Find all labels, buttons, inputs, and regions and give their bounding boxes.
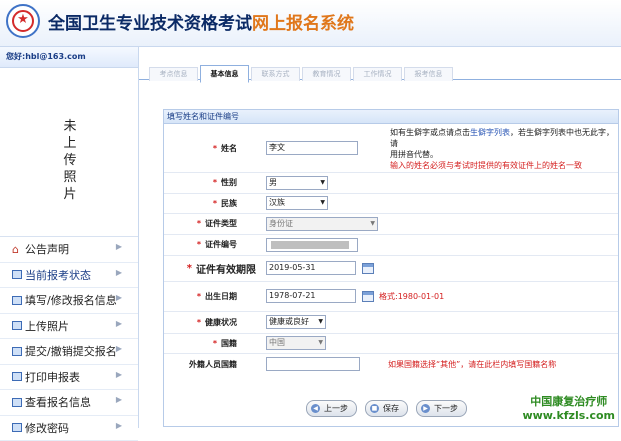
arrow-right-icon: ▶ bbox=[116, 268, 122, 277]
row-gender: *性别 男▼ bbox=[164, 172, 618, 194]
logo-icon: ★ bbox=[6, 4, 40, 38]
id-type-select[interactable]: 身份证▼ bbox=[266, 217, 378, 231]
sidebar-item-print[interactable]: 打印申报表 ▶ bbox=[0, 365, 138, 391]
edit-icon bbox=[12, 296, 22, 305]
submit-icon bbox=[12, 347, 22, 356]
ethnic-label: 民族 bbox=[221, 198, 237, 209]
gender-label: 性别 bbox=[221, 177, 237, 188]
birth-date-input[interactable]: 1978-07-21 bbox=[266, 289, 356, 303]
id-type-label: 证件类型 bbox=[205, 218, 237, 229]
sidebar-item-edit-info[interactable]: 填写/修改报名信息 ▶ bbox=[0, 288, 138, 314]
arrow-right-icon: ▶ bbox=[116, 319, 122, 328]
tab-education[interactable]: 教育情况 bbox=[302, 67, 351, 81]
foreign-nationality-label: 外籍人员国籍 bbox=[189, 359, 237, 370]
expiry-label: 证件有效期限 bbox=[196, 261, 256, 276]
save-button[interactable]: ■保存 bbox=[365, 400, 408, 417]
row-expiry: *证件有效期限 2019-05-31 bbox=[164, 255, 618, 282]
sidebar-item-password[interactable]: 修改密码 ▶ bbox=[0, 416, 138, 441]
arrow-right-icon: ▶ bbox=[116, 293, 122, 302]
chevron-down-icon: ▼ bbox=[370, 218, 375, 230]
ethnic-select[interactable]: 汉族▼ bbox=[266, 196, 328, 210]
row-health: *健康状况 健康或良好▼ bbox=[164, 311, 618, 334]
tab-exam-site[interactable]: 考点信息 bbox=[149, 67, 198, 81]
tab-basic-info[interactable]: 基本信息 bbox=[200, 65, 249, 83]
row-foreign-nationality: 外籍人员国籍 如果国籍选择“其他”，请在此栏内填写国籍名称 bbox=[164, 353, 618, 375]
sidebar-item-upload-photo[interactable]: 上传照片 ▶ bbox=[0, 314, 138, 340]
row-nationality: *国籍 中国▼ bbox=[164, 333, 618, 354]
home-icon: ⌂ bbox=[12, 245, 22, 254]
nationality-label: 国籍 bbox=[221, 338, 237, 349]
expiry-input[interactable]: 2019-05-31 bbox=[266, 261, 356, 275]
watermark: 中国康复治疗师 www.kfzls.com bbox=[522, 393, 615, 422]
photo-icon bbox=[12, 321, 22, 330]
name-hint: 如有生僻字或点请点击生僻字列表，若生僻字列表中也无此字，请 用拼音代替。 输入的… bbox=[390, 127, 618, 171]
user-greeting: 您好:hbl@163.com bbox=[0, 47, 138, 68]
health-label: 健康状况 bbox=[205, 317, 237, 328]
row-birth: *出生日期 1978-07-21 格式:1980-01-01 bbox=[164, 281, 618, 312]
sidebar-item-submit[interactable]: 提交/撤销提交报名 ▶ bbox=[0, 339, 138, 365]
list-icon bbox=[12, 270, 22, 279]
nationality-select[interactable]: 中国▼ bbox=[266, 336, 326, 350]
page-title: 全国卫生专业技术资格考试网上报名系统 bbox=[48, 9, 354, 34]
photo-placeholder: 未上传照片 bbox=[0, 68, 138, 236]
arrow-right-icon: ▶ bbox=[421, 404, 430, 413]
foreign-nationality-hint: 如果国籍选择“其他”，请在此栏内填写国籍名称 bbox=[388, 359, 556, 370]
arrow-right-icon: ▶ bbox=[116, 242, 122, 251]
form-actions: ◀上一步 ■保存 ▶下一步 bbox=[306, 400, 467, 417]
row-name: *姓名 李文 如有生僻字或点请点击生僻字列表，若生僻字列表中也无此字，请 用拼音… bbox=[164, 124, 618, 173]
chevron-down-icon: ▼ bbox=[320, 177, 325, 189]
photo-status-text: 未上传照片 bbox=[63, 118, 77, 203]
name-label: 姓名 bbox=[221, 143, 237, 154]
chevron-down-icon: ▼ bbox=[320, 197, 325, 209]
tab-work[interactable]: 工作情况 bbox=[353, 67, 402, 81]
birth-format-hint: 格式:1980-01-01 bbox=[379, 291, 444, 302]
id-number-label: 证件编号 bbox=[205, 239, 237, 250]
chevron-down-icon: ▼ bbox=[318, 316, 323, 328]
section-title: 填写姓名和证件编号 bbox=[164, 110, 618, 124]
prev-button[interactable]: ◀上一步 bbox=[306, 400, 357, 417]
chevron-down-icon: ▼ bbox=[318, 337, 323, 349]
sidebar-menu: ⌂ 公告声明 ▶ 当前报考状态 ▶ 填写/修改报名信息 ▶ 上传照片 ▶ 提交/… bbox=[0, 236, 138, 441]
arrow-right-icon: ▶ bbox=[116, 395, 122, 404]
name-input[interactable]: 李文 bbox=[266, 141, 358, 155]
arrow-left-icon: ◀ bbox=[311, 404, 320, 413]
basic-info-form: 填写姓名和证件编号 *姓名 李文 如有生僻字或点请点击生僻字列表，若生僻字列表中… bbox=[163, 109, 619, 427]
arrow-right-icon: ▶ bbox=[116, 370, 122, 379]
sidebar: 您好:hbl@163.com 未上传照片 ⌂ 公告声明 ▶ 当前报考状态 ▶ 填… bbox=[0, 47, 139, 428]
header-banner: ★ 全国卫生专业技术资格考试网上报名系统 bbox=[0, 0, 621, 47]
id-number-input[interactable] bbox=[266, 238, 358, 252]
tab-bar: 考点信息 基本信息 联系方式 教育情况 工作情况 报考信息 bbox=[139, 47, 621, 80]
main-content: 考点信息 基本信息 联系方式 教育情况 工作情况 报考信息 填写姓名和证件编号 … bbox=[139, 47, 621, 428]
gender-select[interactable]: 男▼ bbox=[266, 176, 328, 190]
arrow-right-icon: ▶ bbox=[116, 421, 122, 430]
foreign-nationality-input[interactable] bbox=[266, 357, 360, 371]
health-select[interactable]: 健康或良好▼ bbox=[266, 315, 326, 329]
redacted-id bbox=[271, 241, 349, 249]
sidebar-item-view[interactable]: 查看报名信息 ▶ bbox=[0, 390, 138, 416]
save-icon: ■ bbox=[370, 404, 379, 413]
calendar-icon[interactable] bbox=[362, 263, 374, 274]
print-icon bbox=[12, 372, 22, 381]
next-button[interactable]: ▶下一步 bbox=[416, 400, 467, 417]
row-ethnic: *民族 汉族▼ bbox=[164, 193, 618, 214]
view-icon bbox=[12, 398, 22, 407]
row-id-type: *证件类型 身份证▼ bbox=[164, 213, 618, 235]
calendar-icon[interactable] bbox=[362, 291, 374, 302]
row-id-number: *证件编号 bbox=[164, 234, 618, 256]
sidebar-item-announcement[interactable]: ⌂ 公告声明 ▶ bbox=[0, 237, 138, 263]
tab-exam-info[interactable]: 报考信息 bbox=[404, 67, 453, 81]
sidebar-item-status[interactable]: 当前报考状态 ▶ bbox=[0, 263, 138, 289]
arrow-right-icon: ▶ bbox=[116, 344, 122, 353]
birth-label: 出生日期 bbox=[205, 291, 237, 302]
rare-char-list-link[interactable]: 生僻字列表 bbox=[470, 128, 510, 137]
tab-contact[interactable]: 联系方式 bbox=[251, 67, 300, 81]
